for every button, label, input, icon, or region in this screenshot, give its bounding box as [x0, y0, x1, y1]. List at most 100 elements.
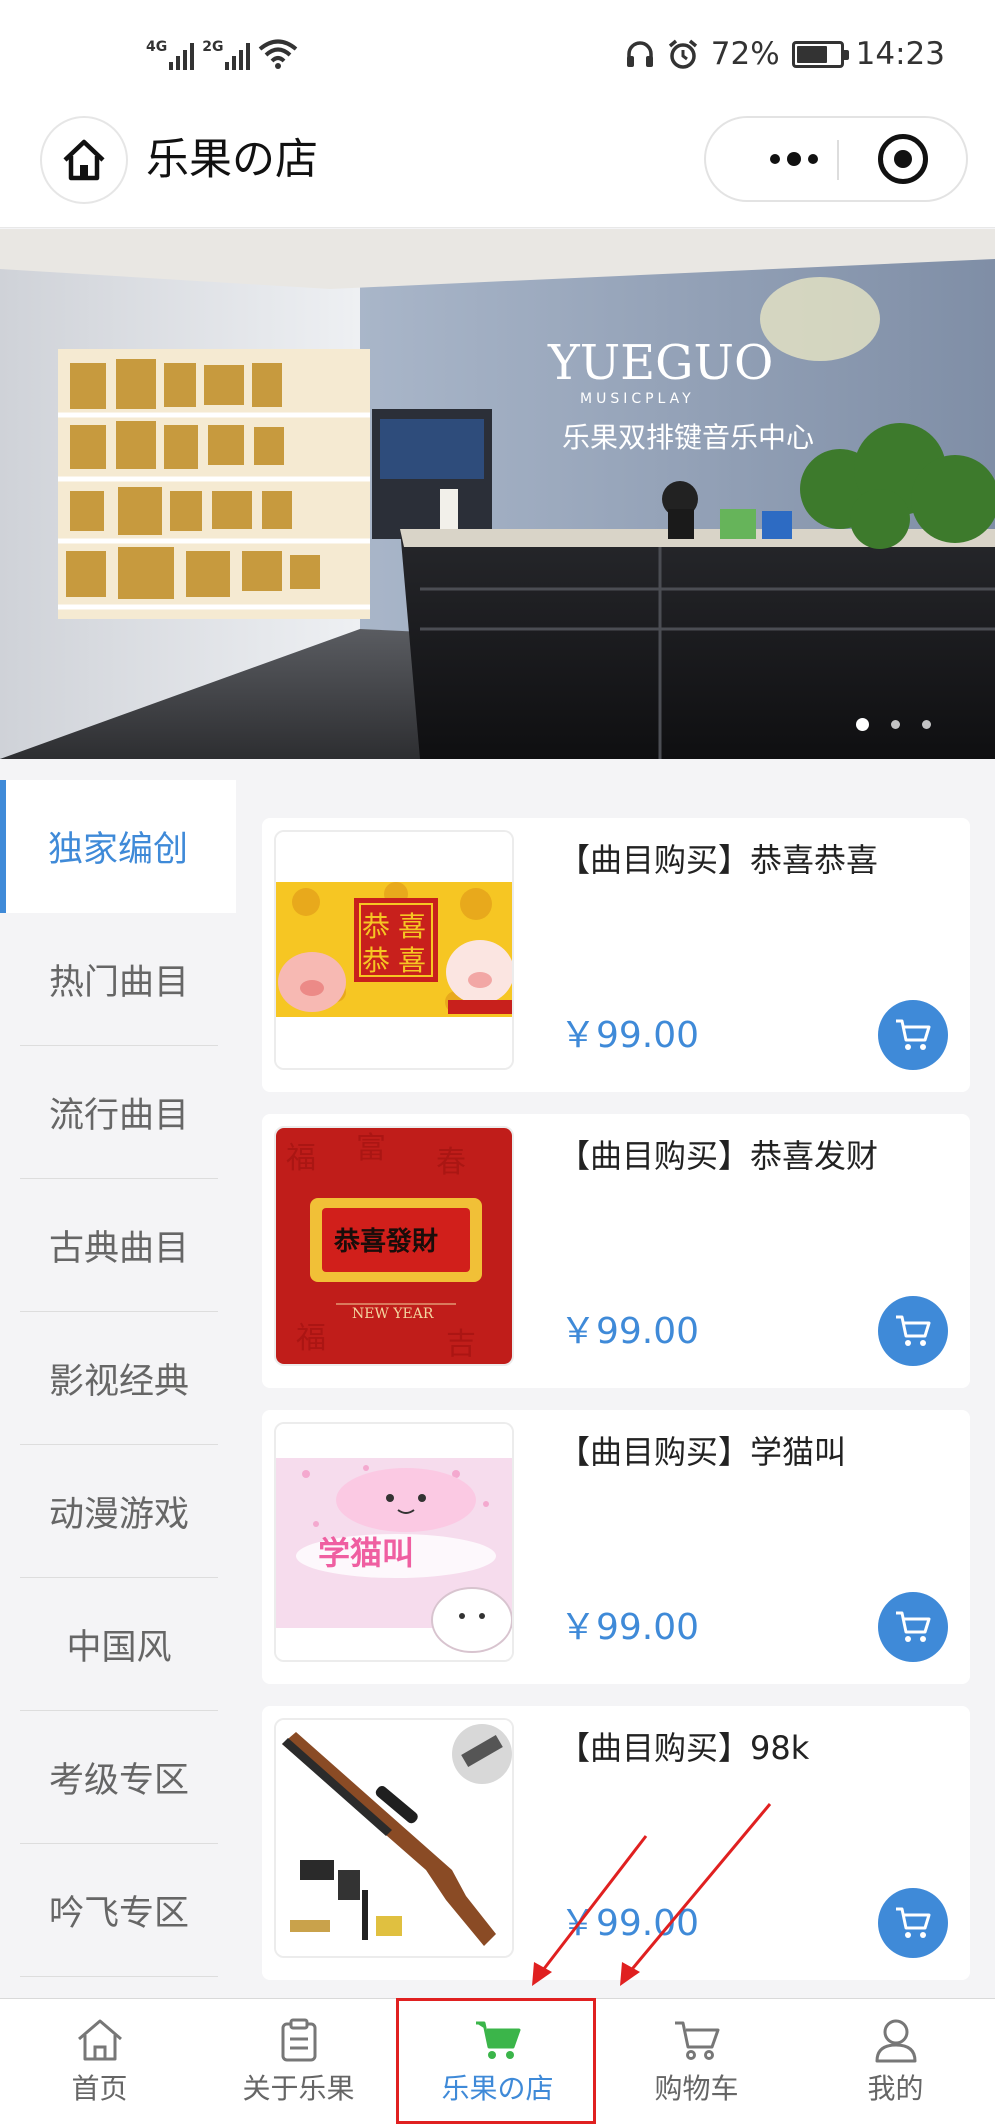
- product-thumb: [274, 1718, 514, 1958]
- product-price: ￥99.00: [560, 1607, 700, 1648]
- category-item-yinfei[interactable]: 吟飞专区: [20, 1844, 218, 1977]
- page-title: 乐果の店: [146, 135, 318, 185]
- banner-carousel[interactable]: YUEGUO MUSICPLAY 乐果双排键音乐中心: [0, 229, 995, 759]
- thumb-char: 喜: [398, 910, 426, 943]
- svg-text:吉: 吉: [446, 1327, 476, 1362]
- product-card[interactable]: 【曲目购买】98k ￥99.00: [262, 1706, 970, 1980]
- product-title: 【曲目购买】恭喜发财: [558, 1137, 879, 1175]
- cart-icon: [896, 1907, 931, 1938]
- carousel-dots[interactable]: [856, 718, 931, 731]
- svg-text:富: 富: [356, 1131, 386, 1166]
- category-label: 吟飞专区: [48, 1893, 189, 1934]
- product-title: 【曲目购买】恭喜恭喜: [558, 841, 879, 879]
- thumb-text: 恭喜發財: [333, 1227, 438, 1257]
- tab-cart[interactable]: 购物车: [597, 1999, 796, 2128]
- tab-label: 我的: [867, 2072, 924, 2105]
- product-price: ￥99.00: [560, 1311, 700, 1352]
- more-icon: [787, 152, 801, 166]
- cart-icon: [896, 1611, 931, 1642]
- net-label-1: 4G: [146, 39, 168, 55]
- signal-2g: 2G: [202, 39, 251, 70]
- carousel-dot[interactable]: [922, 720, 931, 729]
- banner-center: 乐果双排键音乐中心: [562, 421, 814, 454]
- tab-label: 关于乐果: [242, 2072, 355, 2105]
- product-card[interactable]: 福富春福吉 恭喜發財 NEW YEAR 【曲目购买】恭喜发财 ￥99.00: [262, 1114, 970, 1388]
- add-to-cart-button[interactable]: [878, 1000, 948, 1070]
- tab-label: 购物车: [654, 2072, 739, 2105]
- status-right: 72% 14:23: [625, 36, 945, 72]
- category-sidebar: 独家编创 热门曲目 流行曲目 古典曲目 影视经典 动漫游戏 中国风 考级专区 吟…: [0, 780, 236, 1998]
- tab-about[interactable]: 关于乐果: [199, 1999, 398, 2128]
- more-button[interactable]: [744, 118, 844, 200]
- clipboard-icon: [281, 2018, 316, 2062]
- category-item-chinese[interactable]: 中国风: [20, 1578, 218, 1711]
- tab-home[interactable]: 首页: [0, 1999, 199, 2128]
- cart-icon: [896, 1019, 931, 1050]
- tab-label: 首页: [71, 2072, 128, 2105]
- category-item-classical[interactable]: 古典曲目: [20, 1179, 218, 1312]
- product-card[interactable]: 学猫叫 【曲目购买】学猫叫 ￥99.00: [262, 1410, 970, 1684]
- signal-4g: 4G: [146, 39, 195, 70]
- svg-text:春: 春: [436, 1145, 466, 1180]
- cart-icon: [896, 1315, 931, 1346]
- category-item-exclusive[interactable]: 独家编创: [0, 780, 236, 913]
- thumb-char: 恭: [362, 910, 390, 943]
- user-icon: [875, 2019, 916, 2063]
- clock: 14:23: [855, 36, 945, 72]
- product-thumb: 福富春福吉 恭喜發財 NEW YEAR: [274, 1126, 514, 1366]
- product-thumb: 学猫叫: [274, 1422, 514, 1662]
- capsule-menu: [704, 116, 968, 202]
- add-to-cart-button[interactable]: [878, 1888, 948, 1958]
- more-icon: [770, 154, 780, 164]
- battery-fill: [796, 45, 827, 63]
- category-label: 中国风: [66, 1627, 172, 1668]
- more-icon: [808, 154, 818, 164]
- banner-brand: YUEGUO: [547, 335, 773, 391]
- alarm-icon: [668, 39, 697, 69]
- product-price: ￥99.00: [560, 1015, 700, 1056]
- add-to-cart-button[interactable]: [878, 1592, 948, 1662]
- product-thumb: 恭 喜 恭 喜: [274, 830, 514, 1070]
- headset-icon: [626, 41, 653, 67]
- carousel-dot[interactable]: [891, 720, 900, 729]
- net-label-2: 2G: [202, 39, 224, 55]
- nav-header: 乐果の店: [0, 112, 995, 228]
- category-item-pop[interactable]: 流行曲目: [20, 1046, 218, 1179]
- status-bar: 4G 2G 72% 14:23: [0, 0, 995, 112]
- close-button[interactable]: [878, 134, 928, 184]
- category-label: 动漫游戏: [48, 1494, 189, 1535]
- category-item-film[interactable]: 影视经典: [20, 1312, 218, 1445]
- home-icon: [63, 139, 105, 181]
- thumb-text: 学猫叫: [318, 1534, 414, 1572]
- banner-image: YUEGUO MUSICPLAY 乐果双排键音乐中心: [0, 229, 995, 759]
- category-item-hot[interactable]: 热门曲目: [20, 913, 218, 1046]
- status-left: 4G 2G: [146, 38, 298, 70]
- product-title: 【曲目购买】98k: [558, 1729, 810, 1767]
- carousel-dot-active[interactable]: [856, 718, 869, 731]
- tab-profile[interactable]: 我的: [796, 1999, 995, 2128]
- thumb-text: NEW YEAR: [352, 1306, 434, 1322]
- thumb-char: 喜: [398, 944, 426, 977]
- product-title: 【曲目购买】学猫叫: [558, 1433, 847, 1471]
- add-to-cart-button[interactable]: [878, 1296, 948, 1366]
- category-label: 古典曲目: [48, 1228, 189, 1269]
- svg-text:福: 福: [296, 1321, 326, 1356]
- product-image: 福富春福吉 恭喜發財 NEW YEAR: [276, 1128, 512, 1364]
- battery-icon: [791, 40, 849, 68]
- capsule-divider: [837, 140, 839, 180]
- category-label: 考级专区: [48, 1760, 189, 1801]
- target-close-icon: [894, 150, 912, 168]
- product-card[interactable]: 恭 喜 恭 喜 【曲目购买】恭喜恭喜 ￥99.00: [262, 818, 970, 1092]
- category-label: 流行曲目: [48, 1095, 189, 1136]
- cart-icon: [674, 2021, 719, 2060]
- screen: 4G 2G 72% 14:23 乐果の店 YUEGUO MUSICPLAY 乐果…: [0, 0, 995, 2128]
- category-label: 独家编创: [47, 830, 188, 870]
- battery-percent: 72%: [710, 36, 780, 72]
- banner-sub: MUSICPLAY: [580, 391, 695, 407]
- category-item-anime[interactable]: 动漫游戏: [20, 1445, 218, 1578]
- home-button[interactable]: [40, 116, 128, 204]
- category-item-exam[interactable]: 考级专区: [20, 1711, 218, 1844]
- signal-icon: [225, 42, 251, 70]
- product-price: ￥99.00: [560, 1903, 700, 1944]
- category-label: 影视经典: [48, 1361, 189, 1402]
